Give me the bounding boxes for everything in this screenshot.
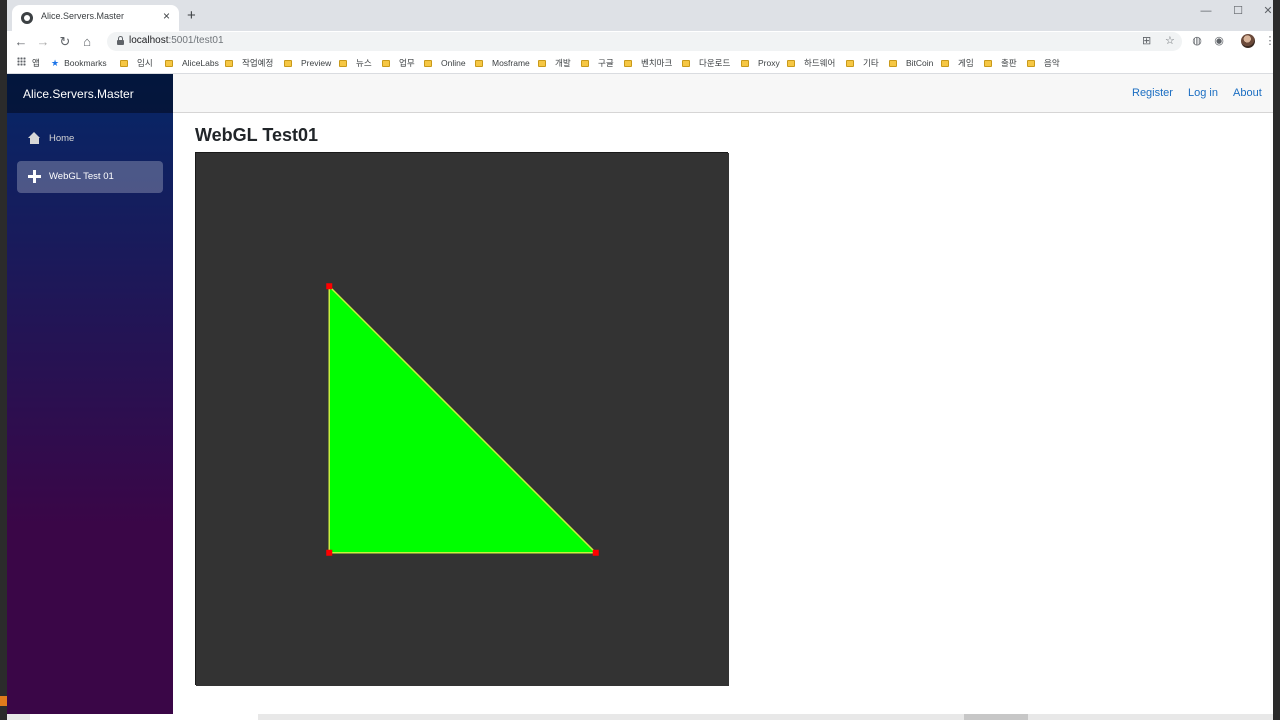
folder-icon [284, 60, 292, 67]
bookmark-folder[interactable]: 게임 [941, 56, 974, 70]
sidebar-item-home[interactable]: Home [17, 123, 163, 155]
bookmark-folder[interactable]: 뉴스 [339, 56, 372, 70]
tab-close-icon[interactable]: × [163, 9, 170, 23]
new-tab-button[interactable]: + [187, 8, 196, 23]
folder-icon [538, 60, 546, 67]
bookmark-star-icon[interactable]: ☆ [1165, 34, 1175, 49]
bookmark-folder[interactable]: 벤치마크 [624, 56, 672, 70]
webgl-canvas[interactable] [195, 152, 729, 686]
translate-icon[interactable]: ⊞ [1142, 34, 1151, 49]
folder-icon [581, 60, 589, 67]
about-link[interactable]: About [1233, 87, 1262, 99]
folder-icon [1027, 60, 1035, 67]
bookmark-folder[interactable]: Preview [284, 56, 331, 70]
bookmark-folder[interactable]: AliceLabs [165, 56, 219, 70]
bookmark-bookmarks[interactable]: ★ Bookmarks [51, 56, 107, 70]
bookmark-folder[interactable]: 출판 [984, 56, 1017, 70]
folder-icon [984, 60, 992, 67]
brand-link[interactable]: Alice.Servers.Master [23, 87, 134, 101]
folder-icon [225, 60, 233, 67]
top-row: Register Log in About [173, 74, 1273, 113]
register-link[interactable]: Register [1132, 87, 1173, 99]
login-link[interactable]: Log in [1188, 87, 1218, 99]
sidebar-item-webgl-test-01[interactable]: WebGL Test 01 [17, 161, 163, 193]
bookmark-folder[interactable]: 음악 [1027, 56, 1060, 70]
taskbar-segment [30, 714, 258, 720]
browser-chrome: Alice.Servers.Master × + — ☐ ✕ ← → ↻ ⌂ l… [0, 0, 1280, 74]
bookmark-star-icon: ★ [51, 58, 60, 68]
reload-icon[interactable]: ↻ [56, 33, 74, 51]
window-minimize-button[interactable]: — [1191, 2, 1221, 20]
sidebar-item-label: Home [49, 133, 75, 144]
tab-title: Alice.Servers.Master [41, 11, 125, 21]
bookmark-folder[interactable]: Proxy [741, 56, 780, 70]
webgl-render [196, 153, 729, 686]
vertex-point [592, 549, 599, 556]
folder-icon [941, 60, 949, 67]
extension-icon[interactable]: ◉ [1212, 34, 1226, 48]
back-arrow-icon[interactable]: ← [12, 33, 30, 51]
bookmark-folder[interactable]: 임시 [120, 56, 153, 70]
apps-grid-icon[interactable] [17, 57, 26, 66]
page-title: WebGL Test01 [195, 125, 319, 145]
vertex-point [326, 283, 333, 290]
window-maximize-button[interactable]: ☐ [1223, 2, 1253, 20]
folder-icon [889, 60, 897, 67]
folder-icon [475, 60, 483, 67]
folder-icon [741, 60, 749, 67]
bookmark-folder[interactable]: Online [424, 56, 466, 70]
sidebar: Alice.Servers.Master Home WebGL Test 01 [7, 74, 173, 720]
bookmark-folder[interactable]: 개발 [538, 56, 571, 70]
bookmark-folder[interactable]: 기타 [846, 56, 879, 70]
folder-icon [382, 60, 390, 67]
taskbar-strip [7, 714, 1273, 720]
bookmark-folder[interactable]: Mosframe [475, 56, 530, 70]
plus-icon [28, 170, 41, 183]
bookmark-folder[interactable]: 업무 [382, 56, 415, 70]
window-left-edge [0, 74, 7, 720]
home-icon [28, 132, 41, 145]
bookmarks-bar: 앱 ★ Bookmarks 임시 AliceLabs 작업예정 Preview 뉴… [7, 52, 1280, 74]
profile-avatar[interactable] [1241, 34, 1255, 48]
bookmark-folder[interactable]: 작업예정 [225, 56, 273, 70]
globe-icon [21, 12, 33, 24]
vertex-point [326, 549, 333, 556]
folder-icon [424, 60, 432, 67]
browser-toolbar: ← → ↻ ⌂ localhost:5001/test01 ⊞ ☆ ◍ ◉ ⋮ [7, 31, 1280, 52]
folder-icon [624, 60, 632, 67]
bookmark-folder[interactable]: 하드웨어 [787, 56, 835, 70]
tab-strip: Alice.Servers.Master × + — ☐ ✕ [7, 0, 1280, 31]
folder-icon [339, 60, 347, 67]
folder-icon [682, 60, 690, 67]
folder-icon [120, 60, 128, 67]
forward-arrow-icon[interactable]: → [34, 33, 52, 51]
lock-icon [117, 36, 124, 45]
bookmark-apps[interactable]: 앱 [32, 56, 40, 70]
bookmark-folder[interactable]: 다운로드 [682, 56, 730, 70]
sidebar-item-label: WebGL Test 01 [49, 171, 114, 182]
home-button-icon[interactable]: ⌂ [78, 33, 96, 51]
browser-tab[interactable]: Alice.Servers.Master × [12, 5, 179, 31]
address-bar[interactable]: localhost:5001/test01 ⊞ ☆ [107, 32, 1182, 51]
folder-icon [787, 60, 795, 67]
window-right-edge [1273, 0, 1280, 720]
bookmark-folder[interactable]: 구글 [581, 56, 614, 70]
taskbar-segment [964, 714, 1028, 720]
bookmark-folder[interactable]: BitCoin [889, 56, 933, 70]
url-text: localhost:5001/test01 [129, 35, 224, 46]
folder-icon [846, 60, 854, 67]
folder-icon [165, 60, 173, 67]
extension-globe-icon[interactable]: ◍ [1190, 34, 1204, 48]
window-left-edge-mark [0, 696, 7, 706]
sidebar-header: Alice.Servers.Master [7, 74, 173, 113]
